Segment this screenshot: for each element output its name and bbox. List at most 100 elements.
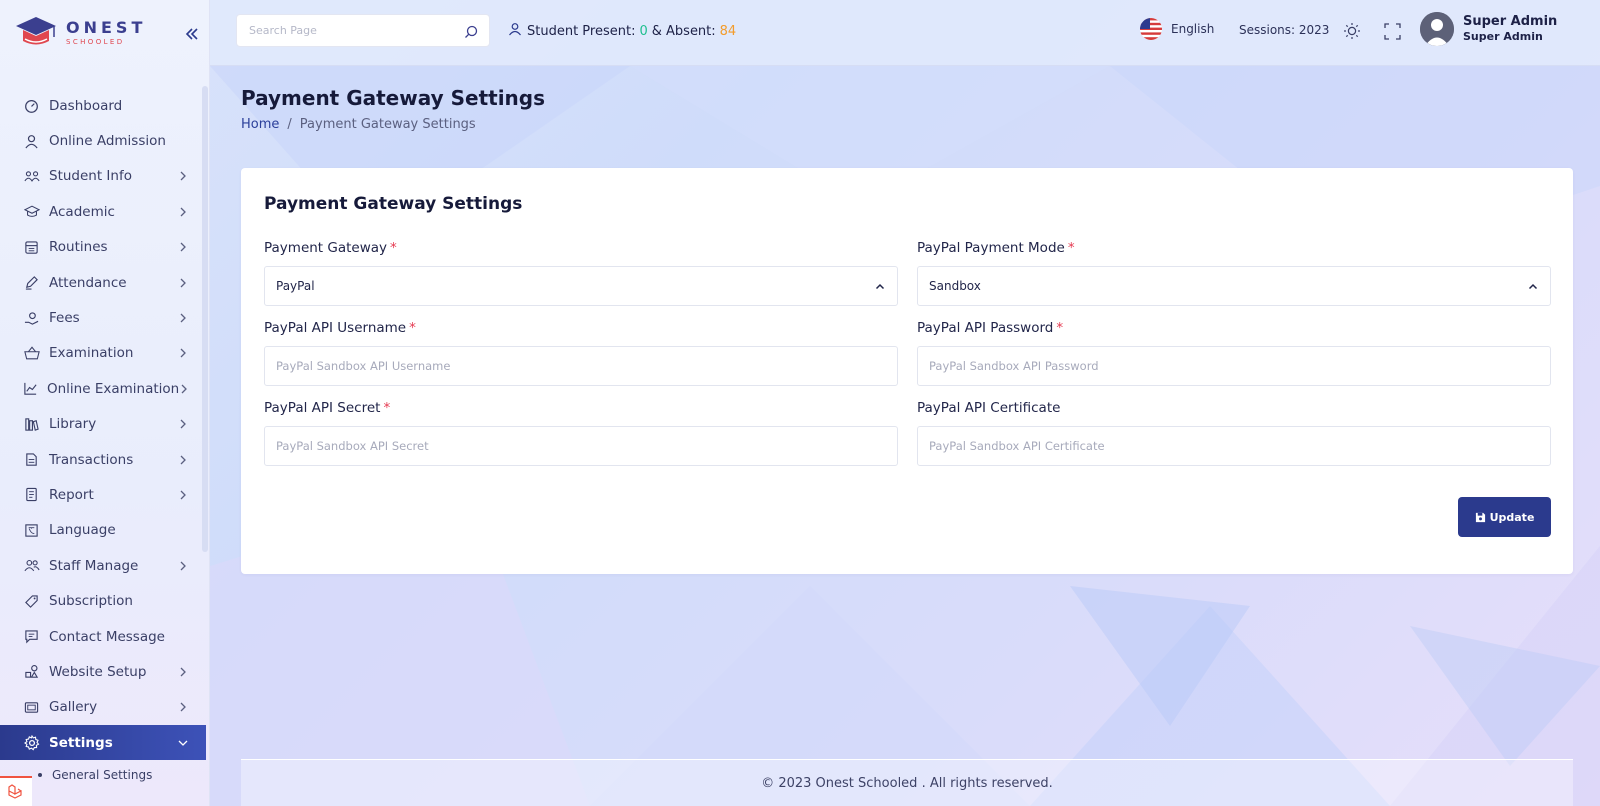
sidebar-item-fees[interactable]: Fees xyxy=(0,300,206,335)
logo-cap-icon xyxy=(16,17,56,45)
students-icon xyxy=(23,168,40,185)
present-count: 0 xyxy=(639,23,648,39)
payment-gateway-value: PayPal xyxy=(276,279,315,293)
sidebar-item-settings[interactable]: Settings xyxy=(0,725,206,761)
required-mark: * xyxy=(383,400,391,416)
api-secret-box xyxy=(264,426,898,466)
sidebar-item-transactions[interactable]: Transactions xyxy=(0,442,206,477)
double-chevron-left-icon xyxy=(185,28,198,40)
sidebar-item-gallery[interactable]: Gallery xyxy=(0,690,206,725)
chevron-right-icon xyxy=(178,171,188,181)
brand-logo[interactable]: ONEST SCHOOLED xyxy=(14,15,146,51)
api-certificate-input[interactable] xyxy=(929,427,1550,465)
sidebar-item-academic[interactable]: Academic xyxy=(0,194,206,229)
api-username-field: PayPal API Username * xyxy=(264,320,898,386)
required-mark: * xyxy=(1067,240,1075,256)
session-label[interactable]: Sessions: 2023 xyxy=(1239,23,1329,37)
api-secret-input[interactable] xyxy=(276,427,897,465)
update-button-label: Update xyxy=(1489,510,1535,524)
user-profile-menu[interactable]: Super Admin Super Admin xyxy=(1420,12,1557,46)
collapse-sidebar-button[interactable] xyxy=(182,24,202,44)
payment-gateway-select[interactable]: PayPal xyxy=(264,266,898,306)
paypal-mode-field: PayPal Payment Mode * Sandbox xyxy=(917,240,1551,306)
user-name: Super Admin xyxy=(1463,14,1558,29)
language-selector[interactable]: English xyxy=(1140,18,1214,40)
absent-count: 84 xyxy=(719,23,737,39)
sidebar-item-website-setup[interactable]: Website Setup xyxy=(0,654,206,689)
required-mark: * xyxy=(390,240,397,256)
shapes-icon xyxy=(23,663,40,680)
attendance-summary: Student Present: 0 & Absent: 84 xyxy=(508,22,736,40)
save-icon xyxy=(1475,512,1485,522)
breadcrumb-home-link[interactable]: Home xyxy=(241,117,279,132)
api-username-input[interactable] xyxy=(276,347,897,385)
chevron-right-icon xyxy=(178,561,188,571)
api-certificate-label: PayPal API Certificate xyxy=(917,400,1061,416)
breadcrumb-current: Payment Gateway Settings xyxy=(299,117,476,132)
sidebar-item-label: Online Examination xyxy=(47,380,180,397)
search-box xyxy=(236,14,490,47)
message-icon xyxy=(23,628,40,645)
person-icon xyxy=(508,22,522,40)
sidebar-item-label: Website Setup xyxy=(49,663,147,680)
user-role: Super Admin xyxy=(1463,30,1543,44)
sidebar-subitem-label: General Settings xyxy=(52,768,153,783)
api-username-box xyxy=(264,346,898,386)
sidebar-item-label: Gallery xyxy=(49,699,98,716)
api-certificate-field: PayPal API Certificate xyxy=(917,400,1551,466)
sidebar-item-label: Online Admission xyxy=(49,133,166,150)
tag-icon xyxy=(23,593,40,610)
bullet-dot-icon xyxy=(38,773,42,778)
sidebar-item-student-info[interactable]: Student Info xyxy=(0,159,206,194)
language-icon xyxy=(23,522,40,539)
update-button[interactable]: Update xyxy=(1458,497,1551,537)
sidebar-item-language[interactable]: Language xyxy=(0,513,206,548)
chevron-right-icon xyxy=(178,667,188,677)
api-secret-field: PayPal API Secret * xyxy=(264,400,898,466)
sidebar-item-online-examination[interactable]: Online Examination xyxy=(0,371,206,406)
breadcrumb: Home / Payment Gateway Settings xyxy=(241,117,545,132)
sidebar-item-attendance[interactable]: Attendance xyxy=(0,265,206,300)
top-header: Student Present: 0 & Absent: 84 English … xyxy=(210,0,1600,66)
sidebar: ONEST SCHOOLED Dashboard Online Admissio… xyxy=(0,0,210,806)
absent-label: & Absent: xyxy=(651,23,716,39)
fullscreen-button[interactable] xyxy=(1382,21,1402,41)
sidebar-item-library[interactable]: Library xyxy=(0,407,206,442)
breadcrumb-separator: / xyxy=(287,117,292,132)
chevron-right-icon xyxy=(178,490,188,500)
sidebar-item-dashboard[interactable]: Dashboard xyxy=(0,88,206,123)
chart-icon xyxy=(23,380,38,397)
dashboard-icon xyxy=(23,97,40,114)
sun-icon xyxy=(1344,23,1360,39)
sidebar-item-label: Language xyxy=(49,522,116,539)
user-icon xyxy=(23,133,40,150)
paypal-mode-select[interactable]: Sandbox xyxy=(917,266,1551,306)
sidebar-item-contact-message[interactable]: Contact Message xyxy=(0,619,206,654)
api-password-input[interactable] xyxy=(929,347,1550,385)
avatar xyxy=(1420,12,1454,46)
sidebar-item-subscription[interactable]: Subscription xyxy=(0,583,206,618)
avatar-silhouette-icon xyxy=(1420,12,1454,46)
chevron-right-icon xyxy=(178,278,188,288)
chevron-right-icon xyxy=(178,207,188,217)
payment-gateway-field: Payment Gateway * PayPal xyxy=(264,240,898,306)
sidebar-item-label: Contact Message xyxy=(49,628,165,645)
sidebar-item-routines[interactable]: Routines xyxy=(0,230,206,265)
api-username-label: PayPal API Username xyxy=(264,320,407,336)
document-icon xyxy=(23,486,40,503)
present-label: Student Present: xyxy=(527,23,636,39)
sidebar-item-examination[interactable]: Examination xyxy=(0,336,206,371)
sidebar-item-report[interactable]: Report xyxy=(0,477,206,512)
theme-toggle-button[interactable] xyxy=(1342,21,1362,41)
chevron-right-icon xyxy=(178,242,188,252)
search-icon[interactable] xyxy=(464,24,478,38)
laravel-logo-icon[interactable] xyxy=(0,776,32,806)
footer: © 2023 Onest Schooled . All rights reser… xyxy=(241,759,1573,806)
search-input[interactable] xyxy=(237,15,489,46)
sidebar-item-staff-manage[interactable]: Staff Manage xyxy=(0,548,206,583)
coin-hand-icon xyxy=(23,310,40,327)
sidebar-item-label: Settings xyxy=(49,734,113,751)
payment-gateway-label: Payment Gateway xyxy=(264,240,388,256)
sidebar-item-online-admission[interactable]: Online Admission xyxy=(0,123,206,158)
sidebar-item-label: Dashboard xyxy=(49,97,123,114)
